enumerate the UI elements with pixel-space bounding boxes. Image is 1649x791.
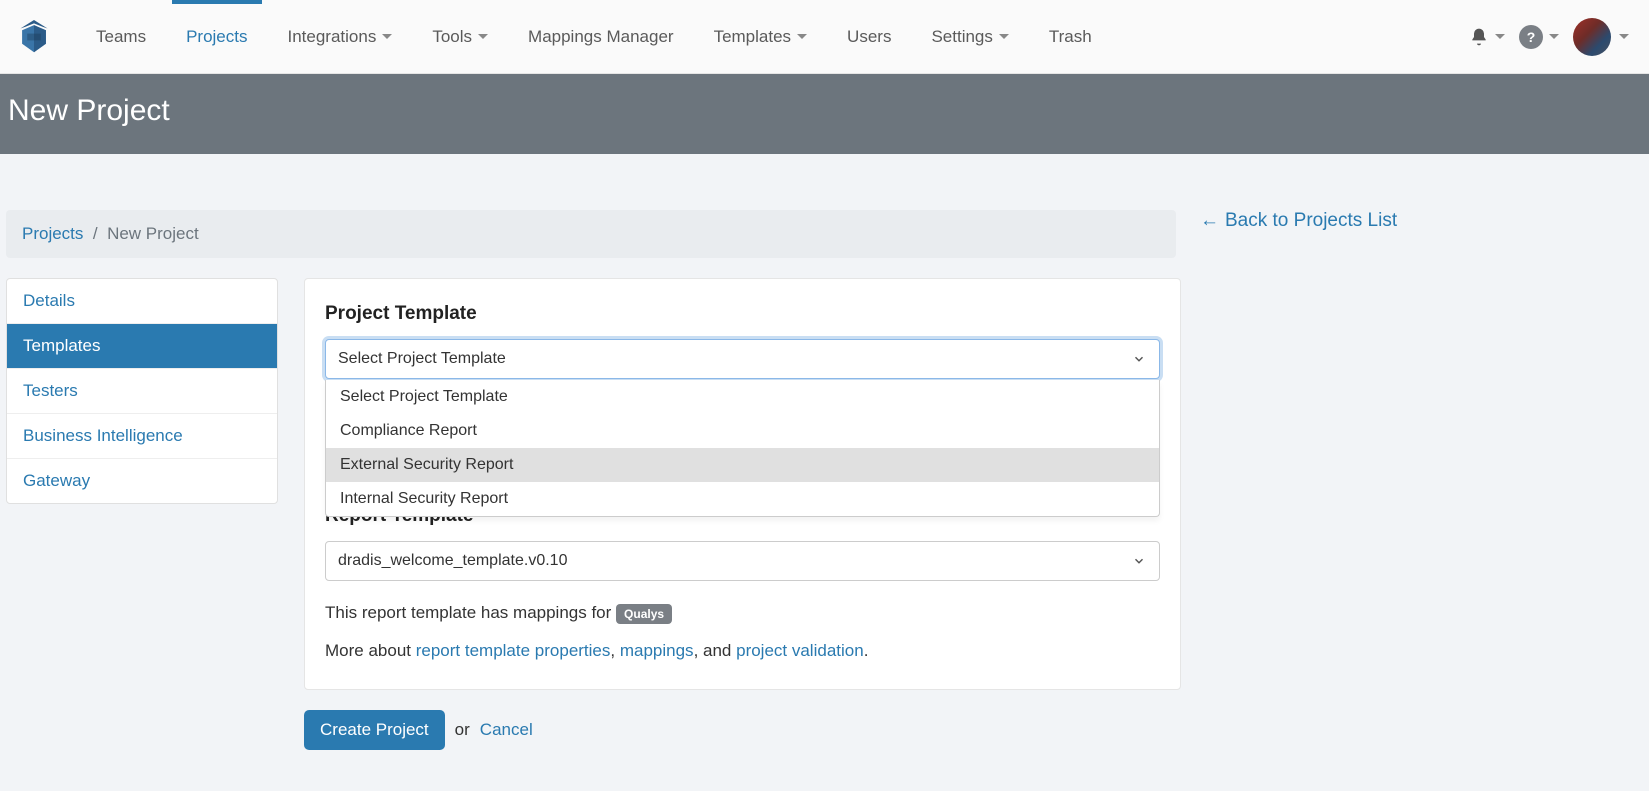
project-validation-link[interactable]: project validation (736, 641, 864, 660)
sep: , and (694, 641, 737, 660)
nav-item-trash[interactable]: Trash (1029, 0, 1112, 73)
caret-down-icon (1619, 34, 1629, 39)
nav-item-teams[interactable]: Teams (76, 0, 166, 73)
report-template-select[interactable]: dradis_welcome_template.v0.10 (325, 541, 1160, 581)
report-template-select-wrap: dradis_welcome_template.v0.10 (325, 541, 1160, 581)
form-panel: Project Template Select Project Template… (304, 278, 1181, 690)
help-icon: ? (1519, 25, 1543, 49)
nav-item-integrations[interactable]: Integrations (268, 0, 413, 73)
report-template-properties-link[interactable]: report template properties (416, 641, 611, 660)
sidebar-item-templates[interactable]: Templates (7, 324, 277, 369)
nav-item-label: Settings (931, 27, 992, 47)
nav-item-label: Templates (714, 27, 791, 47)
mapping-info: This report template has mappings for Qu… (325, 603, 1160, 623)
nav-item-settings[interactable]: Settings (911, 0, 1028, 73)
sidebar-item-gateway[interactable]: Gateway (7, 459, 277, 503)
nav-item-label: Mappings Manager (528, 27, 674, 47)
nav-item-projects[interactable]: Projects (166, 0, 267, 73)
nav-item-label: Users (847, 27, 891, 47)
caret-down-icon (1549, 34, 1559, 39)
sep: , (610, 641, 619, 660)
nav-item-label: Projects (186, 27, 247, 47)
app-logo[interactable] (14, 15, 54, 59)
help-menu[interactable]: ? (1519, 25, 1559, 49)
mappings-link[interactable]: mappings (620, 641, 694, 660)
form-footer: Create Project or Cancel (6, 710, 1181, 750)
back-link-label: Back to Projects List (1225, 210, 1397, 232)
cancel-link[interactable]: Cancel (480, 720, 533, 740)
caret-down-icon (797, 34, 807, 39)
breadcrumb-root-link[interactable]: Projects (22, 224, 83, 243)
project-template-dropdown: Select Project TemplateCompliance Report… (325, 380, 1160, 517)
caret-down-icon (1495, 34, 1505, 39)
mapping-badge: Qualys (616, 604, 672, 624)
create-project-button[interactable]: Create Project (304, 710, 445, 750)
breadcrumb-current: New Project (107, 224, 199, 243)
nav-item-label: Tools (432, 27, 472, 47)
user-menu[interactable] (1573, 18, 1629, 56)
caret-down-icon (999, 34, 1009, 39)
sidebar-item-details[interactable]: Details (7, 279, 277, 324)
sidebar-item-business-intelligence[interactable]: Business Intelligence (7, 414, 277, 459)
period: . (864, 641, 869, 660)
top-navigation: Teams Projects Integrations Tools Mappings M… (0, 0, 1649, 74)
nav-item-users[interactable]: Users (827, 0, 911, 73)
sidebar: DetailsTemplatesTestersBusiness Intellig… (6, 278, 278, 504)
caret-down-icon (382, 34, 392, 39)
project-template-selected-value: Select Project Template (338, 350, 506, 367)
project-template-option[interactable]: Compliance Report (326, 414, 1159, 448)
sidebar-item-testers[interactable]: Testers (7, 369, 277, 414)
back-to-projects-link[interactable]: ← Back to Projects List (1200, 210, 1397, 232)
bell-icon (1469, 26, 1489, 48)
nav-links: Teams Projects Integrations Tools Mappings M… (76, 0, 1469, 73)
project-template-option[interactable]: Internal Security Report (326, 482, 1159, 516)
nav-item-tools[interactable]: Tools (412, 0, 508, 73)
more-about-prefix: More about (325, 641, 416, 660)
or-text: or (455, 720, 470, 740)
arrow-left-icon: ← (1200, 210, 1219, 232)
mapping-prefix: This report template has mappings for (325, 603, 616, 622)
notifications-menu[interactable] (1469, 26, 1505, 48)
caret-down-icon (478, 34, 488, 39)
avatar (1573, 18, 1611, 56)
nav-right: ? (1469, 18, 1637, 56)
more-about-row: More about report template properties, m… (325, 641, 1160, 661)
report-template-selected-value: dradis_welcome_template.v0.10 (338, 552, 567, 569)
project-template-option[interactable]: External Security Report (326, 448, 1159, 482)
nav-item-mappings-manager[interactable]: Mappings Manager (508, 0, 694, 73)
project-template-select[interactable]: Select Project Template (325, 339, 1160, 379)
nav-item-label: Integrations (288, 27, 377, 47)
page-header: New Project (0, 74, 1649, 154)
nav-item-templates[interactable]: Templates (694, 0, 827, 73)
breadcrumb-sep: / (88, 224, 107, 243)
nav-item-label: Teams (96, 27, 146, 47)
page-title: New Project (8, 94, 1641, 128)
project-template-heading: Project Template (325, 303, 1160, 325)
nav-item-label: Trash (1049, 27, 1092, 47)
project-template-option[interactable]: Select Project Template (326, 380, 1159, 414)
breadcrumb: Projects / New Project (6, 210, 1176, 258)
project-template-select-wrap: Select Project Template Select Project T… (325, 339, 1160, 379)
